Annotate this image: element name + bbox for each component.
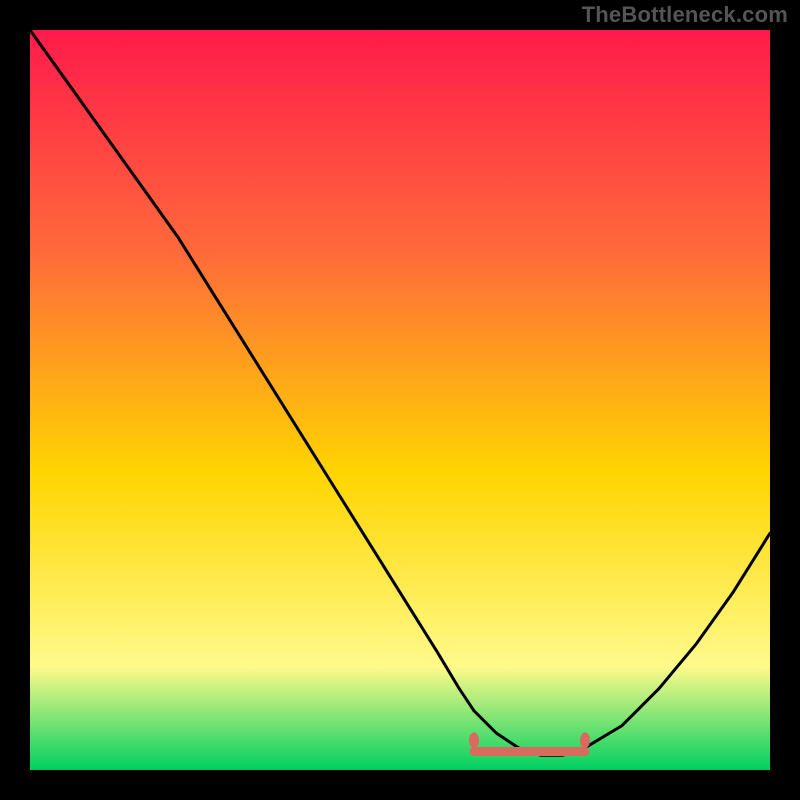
chart-frame: TheBottleneck.com xyxy=(0,0,800,800)
bottleneck-chart xyxy=(30,30,770,770)
plot-area xyxy=(30,30,770,770)
watermark-text: TheBottleneck.com xyxy=(582,2,788,28)
gradient-background xyxy=(30,30,770,770)
curve-marker xyxy=(469,732,479,748)
curve-marker xyxy=(580,732,590,748)
